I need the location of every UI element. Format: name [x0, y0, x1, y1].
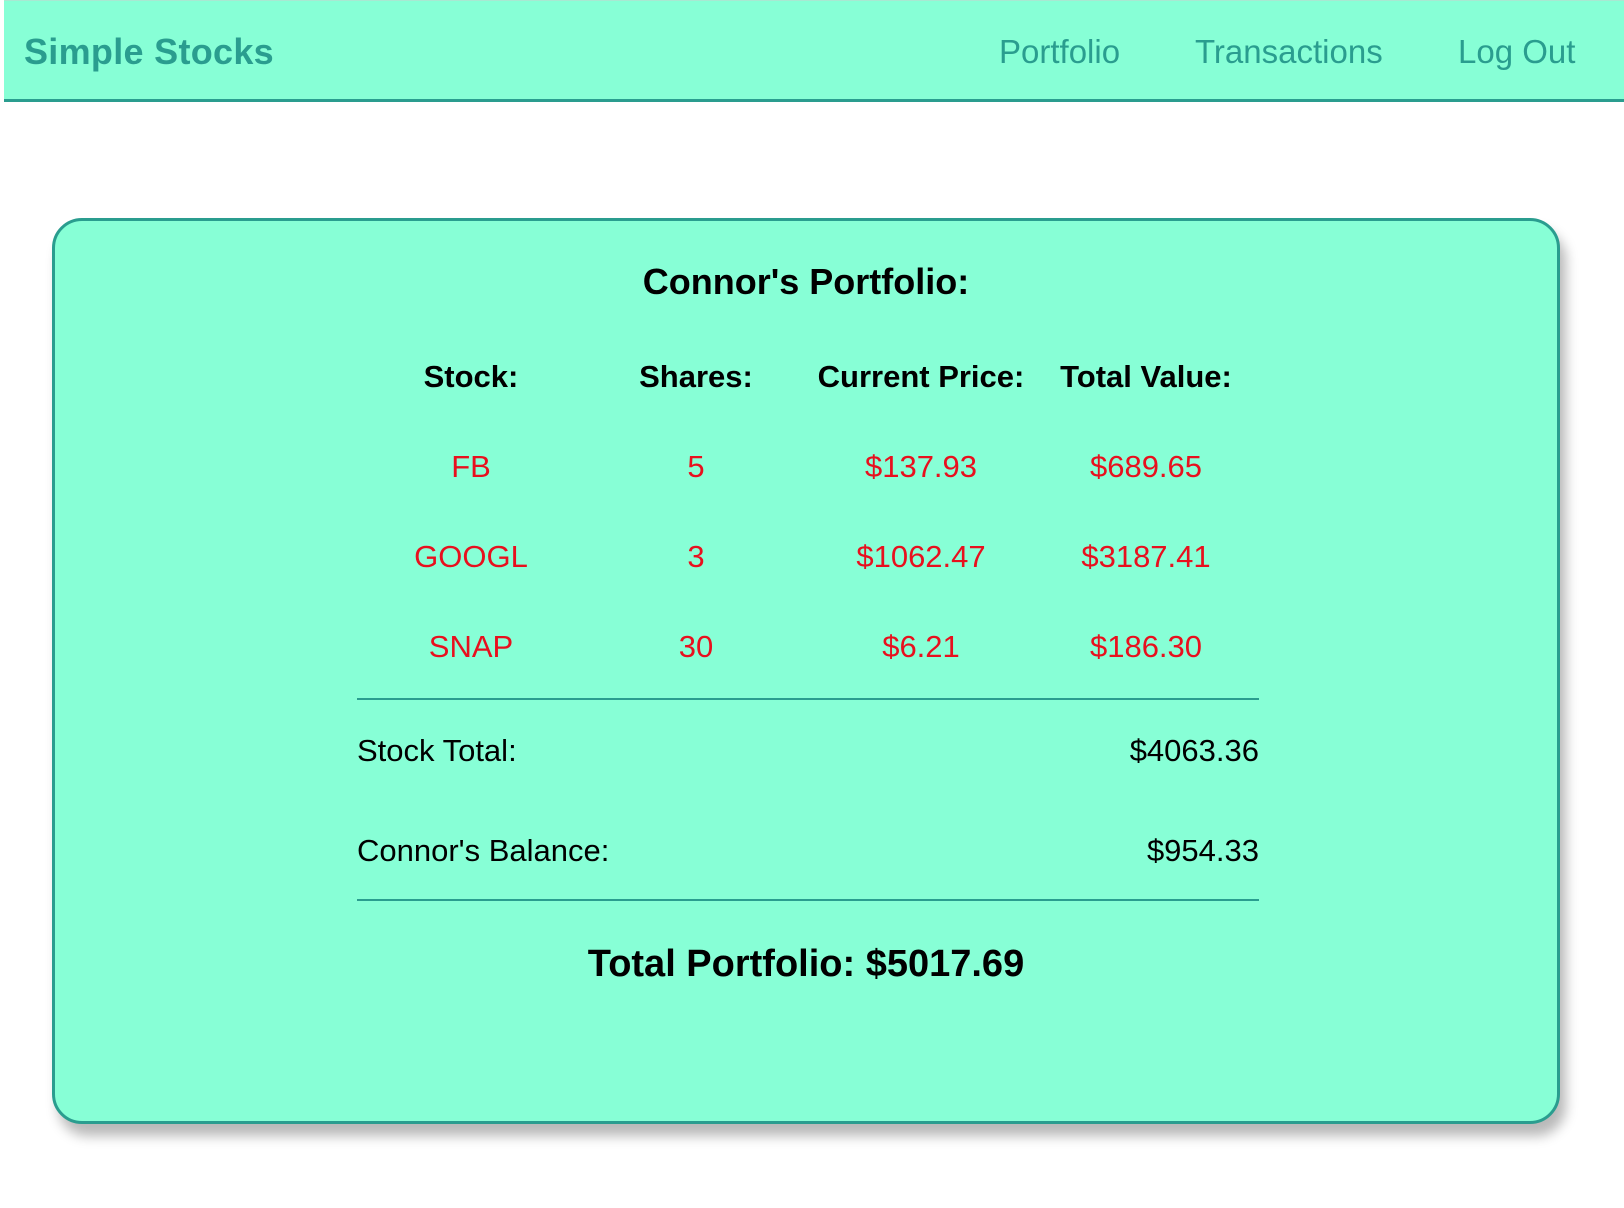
balance-value: $954.33: [1146, 833, 1259, 868]
header-total-value: Total Value:: [1060, 359, 1232, 394]
total-portfolio: Total Portfolio: $5017.69: [587, 943, 1025, 985]
stock-total-value: $4063.36: [1129, 733, 1259, 768]
stock-total-value: $689.65: [1089, 449, 1203, 484]
portfolio-card: Connor's Portfolio: Stock: Shares: Curre…: [52, 218, 1560, 1124]
stock-price: $1062.47: [856, 539, 986, 574]
top-navbar: Simple Stocks Portfolio Transactions Log…: [4, 0, 1624, 102]
stock-price: $137.93: [864, 449, 978, 484]
header-stock: Stock:: [423, 359, 519, 394]
stock-total-label: Stock Total:: [357, 733, 517, 768]
nav-logout-link[interactable]: Log Out: [1458, 33, 1575, 71]
stock-symbol: SNAP: [428, 629, 514, 664]
nav-portfolio-link[interactable]: Portfolio: [999, 33, 1120, 71]
summary-divider: [357, 899, 1259, 901]
header-shares: Shares:: [639, 359, 753, 394]
stock-shares: 30: [678, 629, 714, 664]
stock-total-value: $186.30: [1089, 629, 1203, 664]
stock-symbol: FB: [451, 449, 491, 484]
balance-label: Connor's Balance:: [357, 833, 610, 868]
stock-shares: 5: [687, 449, 705, 484]
header-current-price: Current Price:: [817, 359, 1025, 394]
stock-shares: 3: [687, 539, 705, 574]
stock-symbol: GOOGL: [414, 539, 528, 574]
table-divider: [357, 698, 1259, 700]
brand-link[interactable]: Simple Stocks: [24, 31, 274, 73]
nav-transactions-link[interactable]: Transactions: [1195, 33, 1383, 71]
stock-total-value: $3187.41: [1081, 539, 1211, 574]
portfolio-title: Connor's Portfolio:: [642, 261, 970, 302]
stock-price: $6.21: [882, 629, 960, 664]
